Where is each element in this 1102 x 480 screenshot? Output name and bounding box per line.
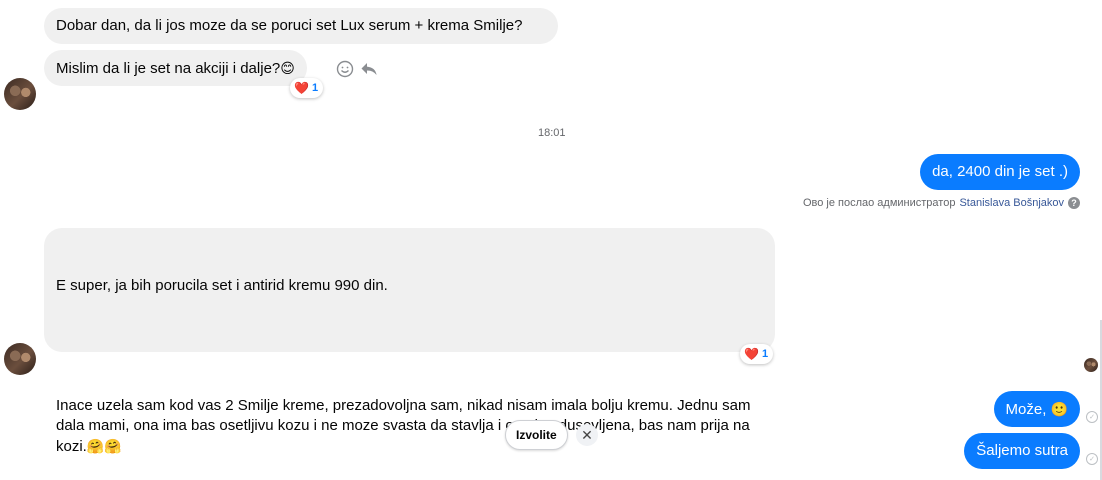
help-circle-icon[interactable]: ? — [1068, 197, 1080, 209]
heart-reaction[interactable]: ❤️ 1 — [290, 78, 324, 98]
message-line-1: E super, ja bih porucila set i antirid k… — [56, 277, 388, 294]
message-text: Mislim da li je set na akciji i dalje? — [56, 60, 281, 77]
admin-sent-note: Ово је послао администратор Stanislava B… — [803, 197, 1080, 209]
heart-icon: ❤️ — [294, 81, 309, 95]
reaction-count: 1 — [311, 82, 319, 94]
smile-emoji: 🙂 — [1050, 401, 1068, 417]
message-paragraph-2: Inace uzela sam kod vas 2 Smilje kreme, … — [56, 397, 755, 455]
quick-reply-chip[interactable]: Izvolite — [505, 420, 568, 450]
incoming-message-1[interactable]: Dobar dan, da li jos moze da se poruci s… — [44, 8, 558, 44]
check-circle-icon: ✓ — [1086, 453, 1098, 465]
close-icon[interactable]: ✕ — [576, 424, 598, 446]
outgoing-message-1[interactable]: da, 2400 din je set .) — [920, 154, 1080, 190]
smile-emoji: 😊 — [280, 60, 295, 76]
message-text: Može, — [1005, 401, 1047, 418]
incoming-message-3[interactable]: E super, ja bih porucila set i antirid k… — [44, 228, 775, 455]
reply-arrow-icon[interactable] — [360, 60, 378, 78]
timestamp: 18:01 — [538, 127, 566, 139]
admin-name-link[interactable]: Stanislava Bošnjakov — [959, 197, 1064, 209]
reaction-count: 1 — [761, 348, 769, 360]
admin-note-prefix: Ово је послао администратор — [802, 197, 956, 209]
emoji-react-icon[interactable] — [336, 60, 354, 78]
check-circle-icon: ✓ — [1086, 411, 1098, 423]
seen-avatar — [1084, 358, 1098, 372]
outgoing-message-2[interactable]: Može, 🙂 — [993, 391, 1080, 427]
hugging-emoji: 🤗🤗 — [86, 438, 122, 454]
avatar[interactable] — [4, 78, 36, 110]
outgoing-message-3[interactable]: Šaljemo sutra — [964, 433, 1080, 469]
incoming-message-2[interactable]: Mislim da li je set na akciji i dalje?😊 — [44, 50, 307, 86]
avatar[interactable] — [4, 343, 36, 375]
heart-reaction[interactable]: ❤️ 1 — [740, 344, 774, 364]
heart-icon: ❤️ — [744, 347, 759, 361]
